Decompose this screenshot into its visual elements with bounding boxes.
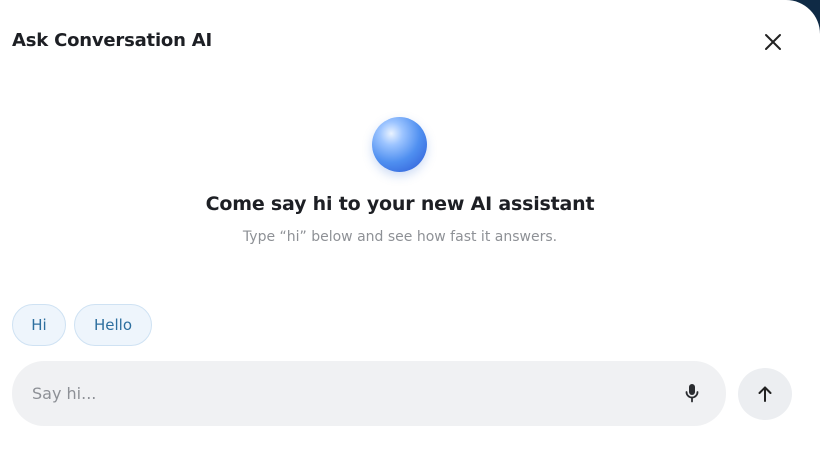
suggestion-chip-hello[interactable]: Hello — [74, 304, 152, 346]
message-composer — [12, 361, 726, 426]
close-button[interactable] — [756, 25, 790, 59]
microphone-button[interactable] — [680, 381, 704, 405]
message-input[interactable] — [32, 361, 652, 426]
welcome-subheading: Type “hi” below and see how fast it answ… — [242, 229, 558, 245]
close-icon — [765, 34, 781, 50]
arrow-up-icon — [758, 386, 772, 402]
ask-ai-dialog: Ask Conversation AI Come say hi to your … — [0, 0, 820, 452]
suggestion-chip-hi[interactable]: Hi — [12, 304, 66, 346]
microphone-icon — [685, 384, 699, 403]
assistant-orb-icon — [372, 117, 427, 172]
dialog-title: Ask Conversation AI — [12, 30, 213, 51]
welcome-heading: Come say hi to your new AI assistant — [205, 193, 595, 215]
send-button[interactable] — [738, 368, 792, 420]
